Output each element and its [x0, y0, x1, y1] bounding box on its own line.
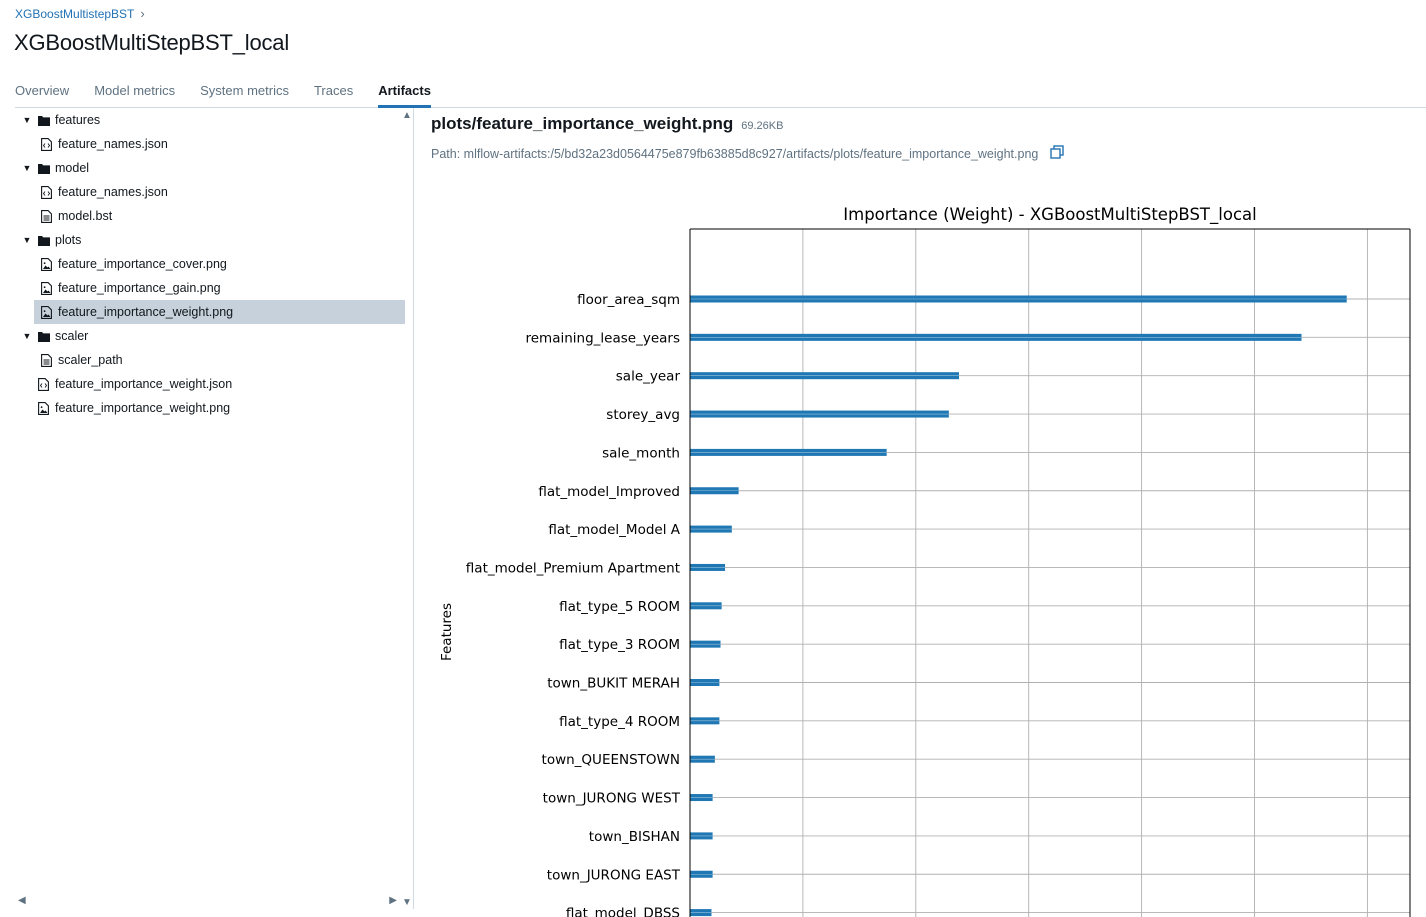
- tree-item-label: feature_names.json: [58, 137, 168, 151]
- preview-path-text: Path: mlflow-artifacts:/5/bd32a23d056447…: [431, 146, 1039, 161]
- tick-label: flat_type_4 ROOM: [559, 714, 680, 730]
- tree-horizontal-scrollbar[interactable]: ◀ ▶: [15, 895, 400, 907]
- tree-folder-row[interactable]: ▼ features: [15, 108, 405, 132]
- tree-file-row[interactable]: feature_importance_weight.json: [15, 372, 405, 396]
- scroll-left-arrow-icon[interactable]: ◀: [18, 895, 26, 906]
- tab-system-metrics[interactable]: System metrics: [200, 82, 289, 107]
- code-file-icon: [37, 377, 50, 391]
- tab-model-metrics[interactable]: Model metrics: [94, 82, 175, 107]
- caret-down-icon[interactable]: ▼: [21, 235, 33, 245]
- tab-bar: Overview Model metrics System metrics Tr…: [15, 82, 1426, 108]
- tick-label: flat_model_Improved: [538, 484, 680, 500]
- tree-file-row[interactable]: scaler_path: [34, 348, 405, 372]
- tree-item-label: feature_importance_gain.png: [58, 281, 221, 295]
- tree-item-label: feature_importance_cover.png: [58, 257, 227, 271]
- tree-file-row[interactable]: feature_importance_gain.png: [34, 276, 405, 300]
- tick-label: sale_month: [602, 445, 680, 461]
- tree-file-row[interactable]: model.bst: [34, 204, 405, 228]
- tree-item-label: plots: [55, 233, 82, 247]
- tick-label: storey_avg: [606, 407, 680, 423]
- tree-folder-row[interactable]: ▼ plots: [15, 228, 405, 252]
- folder-icon: [37, 234, 50, 247]
- y-axis-label: Features: [439, 603, 455, 661]
- breadcrumb-parent-link[interactable]: XGBoostMultistepBST: [15, 7, 134, 21]
- tick-label: town_JURONG WEST: [543, 791, 681, 807]
- copy-icon[interactable]: [1050, 145, 1065, 162]
- tick-label: flat_type_3 ROOM: [559, 637, 680, 653]
- tick-label: flat_model_Model A: [548, 522, 680, 538]
- tick-label: flat_model_Premium Apartment: [466, 560, 680, 576]
- tick-label: town_QUEENSTOWN: [542, 752, 680, 768]
- tree-file-row[interactable]: feature_importance_weight.png: [15, 396, 405, 420]
- preview-file-size: 69.26KB: [741, 120, 784, 132]
- caret-down-icon[interactable]: ▼: [21, 115, 33, 125]
- breadcrumb-chevron-icon: ›: [140, 6, 145, 21]
- caret-down-icon[interactable]: ▼: [21, 163, 33, 173]
- tick-label: sale_year: [616, 369, 681, 385]
- file-icon: [40, 209, 53, 223]
- image-file-icon: [40, 305, 53, 319]
- code-file-icon: [40, 185, 53, 199]
- tree-item-label: feature_importance_weight.png: [58, 305, 234, 319]
- folder-icon: [37, 162, 50, 175]
- tree-item-label: model.bst: [58, 209, 113, 223]
- breadcrumb: XGBoostMultistepBST ›: [15, 6, 145, 21]
- file-icon: [40, 353, 53, 367]
- tab-artifacts[interactable]: Artifacts: [378, 82, 431, 108]
- image-file-icon: [37, 401, 50, 415]
- scroll-up-arrow-icon[interactable]: ▲: [402, 110, 412, 121]
- tree-file-row[interactable]: feature_names.json: [34, 132, 405, 156]
- feature-importance-chart: floor_area_sqm remaining_lease_years sale_…: [439, 205, 1411, 917]
- preview-file-title: plots/feature_importance_weight.png: [431, 114, 734, 133]
- tick-label: floor_area_sqm: [577, 292, 680, 308]
- tick-label: town_JURONG EAST: [547, 867, 681, 883]
- tree-file-row[interactable]: feature_importance_cover.png: [34, 252, 405, 276]
- preview-path: Path: mlflow-artifacts:/5/bd32a23d056447…: [431, 145, 1426, 162]
- tick-label: town_BISHAN: [589, 829, 680, 845]
- tick-label: town_BUKIT MERAH: [547, 676, 680, 692]
- tick-label: flat_model_DBSS: [566, 906, 680, 917]
- tree-item-label: features: [55, 113, 101, 127]
- tree-item-label: scaler: [55, 329, 89, 343]
- chart-title: Importance (Weight) - XGBoostMultiStepBS…: [843, 205, 1256, 225]
- tick-label: remaining_lease_years: [526, 330, 681, 346]
- tab-traces[interactable]: Traces: [314, 82, 353, 107]
- image-file-icon: [40, 281, 53, 295]
- folder-icon: [37, 114, 50, 127]
- page-title: XGBoostMultiStepBST_local: [14, 30, 290, 55]
- scroll-down-arrow-icon[interactable]: ▼: [402, 897, 412, 908]
- artifact-tree: ▼ features feature_names.json ▼ model feature…: [15, 108, 414, 909]
- tree-vertical-scrollbar[interactable]: ▲ ▼: [400, 108, 413, 908]
- image-file-icon: [40, 257, 53, 271]
- folder-icon: [37, 330, 50, 343]
- tab-overview[interactable]: Overview: [15, 82, 69, 107]
- tree-file-row[interactable]: feature_importance_weight.png: [34, 300, 405, 324]
- tree-item-label: feature_importance_weight.json: [55, 377, 233, 391]
- tree-item-label: feature_importance_weight.png: [55, 401, 231, 415]
- plot-area: [690, 229, 1410, 917]
- tick-label: flat_type_5 ROOM: [559, 599, 680, 615]
- tree-item-label: feature_names.json: [58, 185, 168, 199]
- tree-file-row[interactable]: feature_names.json: [34, 180, 405, 204]
- tree-folder-row[interactable]: ▼ scaler: [15, 324, 405, 348]
- caret-down-icon[interactable]: ▼: [21, 331, 33, 341]
- tree-item-label: model: [55, 161, 90, 175]
- preview-header: plots/feature_importance_weight.png 69.2…: [431, 114, 1426, 134]
- scroll-right-arrow-icon[interactable]: ▶: [389, 895, 397, 906]
- code-file-icon: [40, 137, 53, 151]
- artifact-preview: plots/feature_importance_weight.png 69.2…: [431, 114, 1426, 162]
- tree-folder-row[interactable]: ▼ model: [15, 156, 405, 180]
- tree-item-label: scaler_path: [58, 353, 123, 367]
